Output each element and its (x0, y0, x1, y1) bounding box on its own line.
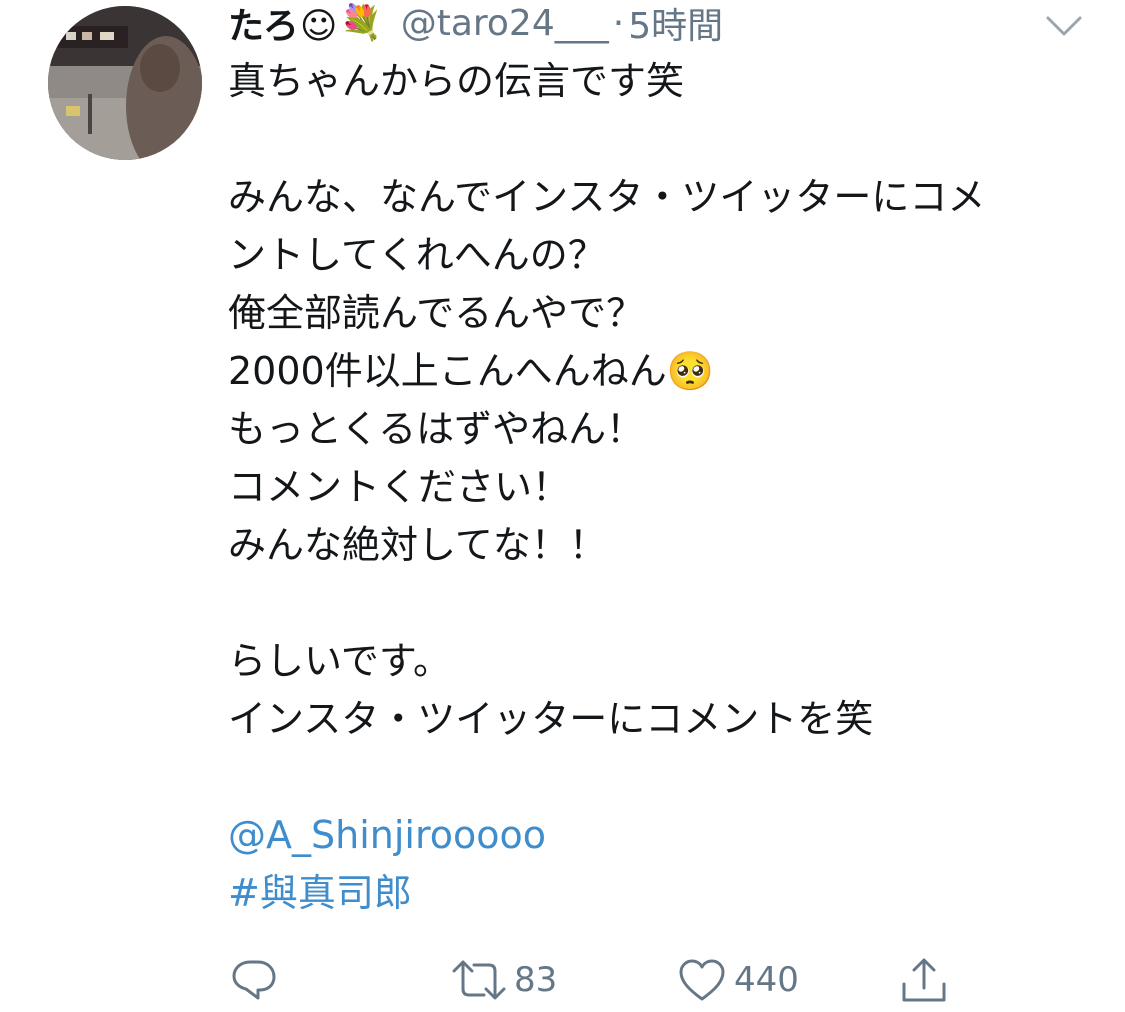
tweet-line: ントしてくれへんの？ (228, 233, 606, 277)
share-button[interactable] (900, 950, 956, 1010)
tweet-line: 俺全部読んでるんやで？ (228, 291, 645, 335)
heart-icon (679, 959, 725, 1001)
tweet-header: たろ☺ 💐 @taro24___ · 5時間 (228, 0, 723, 49)
retweet-icon (452, 960, 506, 1000)
tweet-text: 真ちゃんからの伝言です笑 みんな、なんでインスタ・ツイッターにコメ ントしてくれ… (228, 52, 1088, 922)
tweet-line: みんな絶対してな！！ (228, 523, 607, 567)
retweet-count: 83 (514, 960, 558, 1000)
tweet-line: もっとくるはずやねん！ (228, 407, 645, 451)
hashtag-link[interactable]: #與真司郎 (228, 864, 1088, 922)
tweet-line (228, 748, 1088, 806)
tweet-line: コメントください！ (228, 465, 571, 509)
bouquet-icon: 💐 (340, 3, 383, 43)
tweet-line: みんな、なんでインスタ・ツイッターにコメ (228, 175, 986, 219)
like-count: 440 (734, 960, 799, 1000)
user-handle[interactable]: @taro24___ (401, 3, 609, 44)
mention-link[interactable]: @A_Shinjirooooo (228, 806, 1088, 864)
tweet-line: らしいです。 (228, 639, 452, 683)
like-button[interactable]: 440 (678, 950, 799, 1010)
tweet-line: 2000件以上こんへんねん🥺 (228, 349, 715, 393)
tweet-line (228, 110, 1088, 168)
action-bar: 83 440 (0, 950, 1125, 1010)
avatar[interactable] (48, 6, 202, 160)
timestamp[interactable]: 5時間 (628, 0, 723, 49)
reply-icon (232, 960, 276, 1000)
reply-button[interactable] (230, 950, 286, 1010)
display-name[interactable]: たろ☺ (228, 0, 338, 49)
tweet-line: インスタ・ツイッターにコメントを笑 (228, 697, 874, 741)
avatar-photo (48, 6, 202, 160)
tweet-line (228, 574, 1088, 632)
retweet-button[interactable]: 83 (452, 950, 557, 1010)
tweet[interactable]: たろ☺ 💐 @taro24___ · 5時間 真ちゃんからの伝言です笑 みんな、… (0, 0, 1125, 1012)
tweet-line: 真ちゃんからの伝言です笑 (228, 59, 685, 103)
chevron-down-icon[interactable] (1044, 10, 1084, 40)
separator-dot: · (612, 2, 625, 44)
share-icon (902, 958, 946, 1002)
